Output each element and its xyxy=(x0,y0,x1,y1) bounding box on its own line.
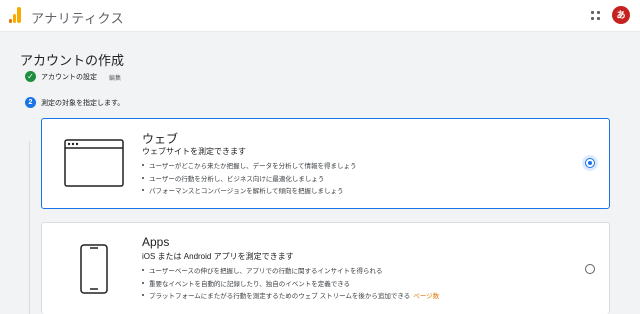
web-option-subtitle: ウェブサイトを測定できます xyxy=(142,147,246,156)
learn-more-link[interactable]: ページ数 xyxy=(413,293,439,300)
app-title: アナリティクス xyxy=(31,11,125,26)
apps-option-radio[interactable] xyxy=(585,264,595,274)
analytics-logo[interactable] xyxy=(9,7,21,23)
web-option-radio[interactable] xyxy=(585,158,595,168)
apps-option-subtitle: iOS または Android アプリを測定できます xyxy=(142,252,294,261)
list-item: プラットフォームにまたがる行動を測定するためのウェブ ストリームを後から追加でき… xyxy=(140,291,439,304)
page-title: アカウントの作成 xyxy=(20,53,125,68)
step-measurement-target-label: 測定の対象を指定します。 xyxy=(41,100,125,107)
web-option-benefits: ユーザーがどこから来たか把握し、データを分析して情報を得ましょう ユーザーの行動… xyxy=(140,161,356,199)
list-item: ユーザーベースの伸びを把握し、アプリでの行動に関するインサイトを得られる xyxy=(140,266,439,279)
step-complete-check-icon: ✓ xyxy=(25,71,36,82)
browser-window-icon xyxy=(64,139,124,187)
web-option-title: ウェブ xyxy=(142,132,179,146)
stepper-line xyxy=(29,141,30,314)
top-app-bar: アナリティクス あ xyxy=(0,0,640,32)
list-item: ユーザーの行動を分析し、ビジネス向けに最適化しましょう xyxy=(140,174,356,187)
smartphone-icon xyxy=(80,244,108,294)
main-content: アカウントの作成 ✓ アカウントの設定 編集 2 測定の対象を指定します。 ウェ… xyxy=(0,33,640,314)
apps-option-title: Apps xyxy=(142,235,170,249)
account-avatar[interactable]: あ xyxy=(612,6,630,24)
web-option-card[interactable]: ウェブ ウェブサイトを測定できます ユーザーがどこから来たか把握し、データを分析… xyxy=(41,118,610,209)
list-item: パフォーマンスとコンバージョンを解析して傾向を把握しましょう xyxy=(140,186,356,199)
list-item: 重要なイベントを自動的に記録したり、独自のイベントを定義できる xyxy=(140,279,439,292)
apps-option-card[interactable]: Apps iOS または Android アプリを測定できます ユーザーベースの… xyxy=(41,222,610,314)
apps-option-benefits: ユーザーベースの伸びを把握し、アプリでの行動に関するインサイトを得られる 重要な… xyxy=(140,266,439,304)
step-account-settings-label: アカウントの設定 xyxy=(41,74,97,81)
list-item: ユーザーがどこから来たか把握し、データを分析して情報を得ましょう xyxy=(140,161,356,174)
edit-step-link[interactable]: 編集 xyxy=(109,73,121,82)
apps-grid-icon[interactable] xyxy=(591,11,600,20)
step-number-badge: 2 xyxy=(25,97,36,108)
